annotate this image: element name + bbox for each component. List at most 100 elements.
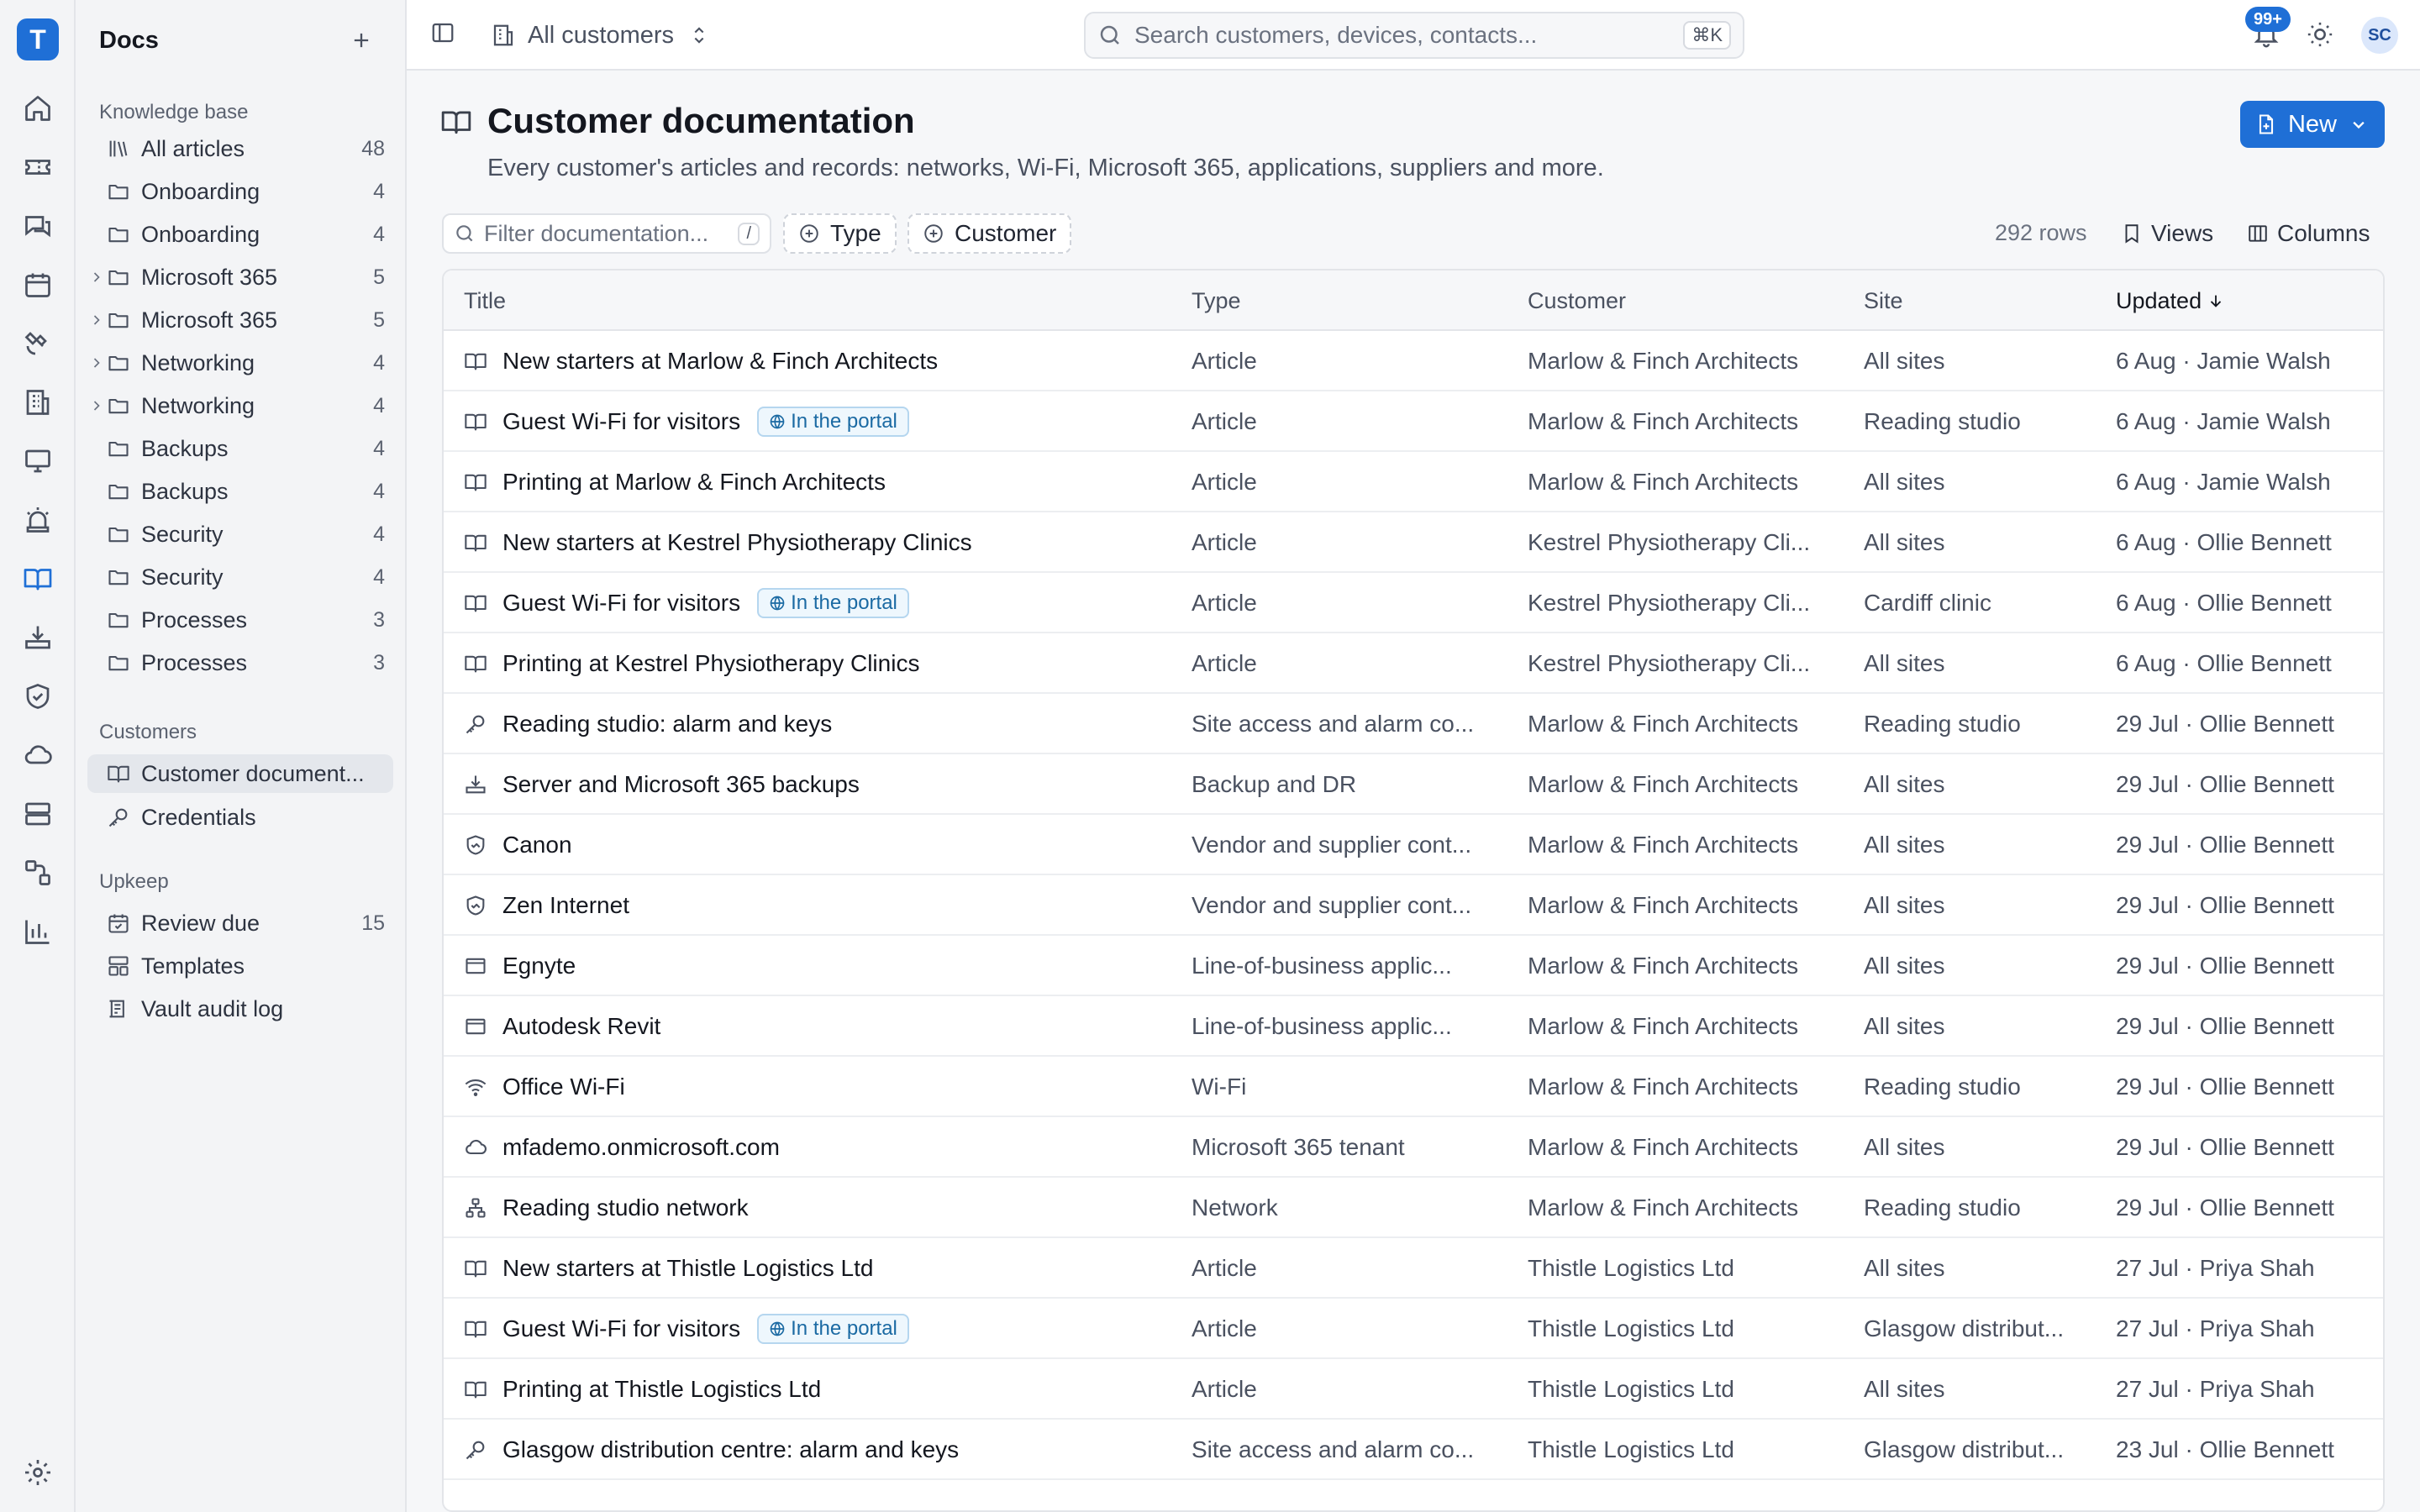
chevron-right-icon[interactable] <box>87 269 106 286</box>
filter-documentation-input[interactable]: Filter documentation... / <box>442 213 771 254</box>
sidebar-item-onboarding[interactable]: Onboarding 4 <box>87 215 393 254</box>
cell-site: All sites <box>1864 469 1945 495</box>
column-header-updated[interactable]: Updated <box>2116 270 2225 331</box>
sidebar-item-all-articles[interactable]: All articles 48 <box>87 129 393 168</box>
chevron-right-icon[interactable] <box>87 354 106 371</box>
sidebar-item-processes[interactable]: Processes 3 <box>87 643 393 682</box>
sidebar-item-label: Review due <box>141 910 260 936</box>
app-logo[interactable]: T <box>17 18 59 60</box>
cell-title[interactable]: New starters at Thistle Logistics Ltd <box>464 1238 1203 1299</box>
building-icon[interactable] <box>18 383 57 422</box>
type-filter-chip[interactable]: Type <box>783 213 897 254</box>
row-title-text: Office Wi-Fi <box>502 1074 625 1100</box>
cell-title[interactable]: Egnyte <box>464 936 1203 996</box>
alert-siren-icon[interactable] <box>18 501 57 539</box>
sidebar-item-onboarding[interactable]: Onboarding 4 <box>87 172 393 211</box>
views-button[interactable]: Views <box>2121 217 2213 250</box>
table-row[interactable]: Reading studio: alarm and keys Site acces… <box>444 694 2383 754</box>
section-label-customers: Customers <box>99 721 197 743</box>
sidebar-item-credentials[interactable]: Credentials <box>87 798 393 837</box>
table-row[interactable]: Printing at Kestrel Physiotherapy Clinic… <box>444 633 2383 694</box>
cell-title[interactable]: Reading studio network <box>464 1178 1203 1238</box>
table-row[interactable]: Printing at Marlow & Finch Architects Art… <box>444 452 2383 512</box>
new-button[interactable]: New <box>2240 101 2385 148</box>
cell-title[interactable]: mfademo.onmicrosoft.com <box>464 1117 1203 1178</box>
cell-title[interactable]: Printing at Marlow & Finch Architects <box>464 452 1203 512</box>
table-row[interactable]: Guest Wi-Fi for visitors In the portal Art… <box>444 391 2383 452</box>
sidebar-item-processes[interactable]: Processes 3 <box>87 601 393 639</box>
table-row[interactable]: Guest Wi-Fi for visitors In the portal Art… <box>444 1299 2383 1359</box>
sidebar-item-security[interactable]: Security 4 <box>87 558 393 596</box>
table-row[interactable]: Egnyte Line-of-business applic... Marlow &… <box>444 936 2383 996</box>
sidebar-item-templates[interactable]: Templates <box>87 947 393 985</box>
messages-icon[interactable] <box>18 207 57 245</box>
shield-check-icon[interactable] <box>18 677 57 716</box>
calendar-icon[interactable] <box>18 265 57 304</box>
global-search-input[interactable]: Search customers, devices, contacts... ⌘… <box>1084 12 1744 59</box>
table-row[interactable]: New starters at Marlow & Finch Architect… <box>444 331 2383 391</box>
customer-filter-chip[interactable]: Customer <box>908 213 1072 254</box>
sidebar-item-customer-document[interactable]: Customer document... <box>87 754 393 793</box>
sidebar-item-security[interactable]: Security 4 <box>87 515 393 554</box>
cell-title[interactable]: New starters at Kestrel Physiotherapy Cl… <box>464 512 1203 573</box>
cell-title[interactable]: Reading studio: alarm and keys <box>464 694 1203 754</box>
satellite-icon[interactable] <box>18 324 57 363</box>
cell-title[interactable]: Server and Microsoft 365 backups <box>464 754 1203 815</box>
home-icon[interactable] <box>18 89 57 128</box>
cell-title[interactable]: Canon <box>464 815 1203 875</box>
cell-title[interactable]: Autodesk Revit <box>464 996 1203 1057</box>
table-row[interactable]: New starters at Thistle Logistics Ltd Art… <box>444 1238 2383 1299</box>
table-row[interactable]: Office Wi-Fi Wi-Fi Marlow & Finch Architec… <box>444 1057 2383 1117</box>
table-row[interactable]: Reading studio network Network Marlow & Fi… <box>444 1178 2383 1238</box>
sidebar-item-backups[interactable]: Backups 4 <box>87 472 393 511</box>
cell-title[interactable]: Guest Wi-Fi for visitors In the portal <box>464 1299 1203 1359</box>
column-header-title[interactable]: Title <box>464 270 506 331</box>
workflow-icon[interactable] <box>18 853 57 892</box>
column-header-site[interactable]: Site <box>1864 270 1903 331</box>
add-plus-icon[interactable] <box>346 25 376 55</box>
cell-title[interactable]: Printing at Thistle Logistics Ltd <box>464 1359 1203 1420</box>
cell-title[interactable]: Guest Wi-Fi for visitors In the portal <box>464 573 1203 633</box>
table-row[interactable]: Server and Microsoft 365 backups Backup a… <box>444 754 2383 815</box>
column-header-type[interactable]: Type <box>1192 270 1241 331</box>
sidebar-item-networking[interactable]: Networking 4 <box>87 344 393 382</box>
theme-sun-icon[interactable] <box>2306 20 2336 50</box>
table-row[interactable]: Autodesk Revit Line-of-business applic...… <box>444 996 2383 1057</box>
customer-scope-selector[interactable]: All customers <box>491 17 711 54</box>
settings-gear-icon[interactable] <box>18 1453 57 1492</box>
cell-updated: 29 Jul · Ollie Bennett <box>2116 892 2334 918</box>
chevron-right-icon[interactable] <box>87 312 106 328</box>
ticket-icon[interactable] <box>18 148 57 186</box>
table-row[interactable]: Printing at Thistle Logistics Ltd Article… <box>444 1359 2383 1420</box>
cell-title[interactable]: Printing at Kestrel Physiotherapy Clinic… <box>464 633 1203 694</box>
chevron-right-icon[interactable] <box>87 397 106 414</box>
download-tray-icon[interactable] <box>18 618 57 657</box>
sidebar-item-backups[interactable]: Backups 4 <box>87 429 393 468</box>
reports-chart-icon[interactable] <box>18 912 57 951</box>
sidebar-item-vault-audit-log[interactable]: Vault audit log <box>87 990 393 1028</box>
table-row[interactable]: mfademo.onmicrosoft.com Microsoft 365 ten… <box>444 1117 2383 1178</box>
table-row[interactable]: Canon Vendor and supplier cont... Marlow &… <box>444 815 2383 875</box>
table-row[interactable]: New starters at Kestrel Physiotherapy Cl… <box>444 512 2383 573</box>
table-row[interactable]: Glasgow distribution centre: alarm and k… <box>444 1420 2383 1480</box>
sidebar-item-review-due[interactable]: Review due 15 <box>87 904 393 942</box>
table-row[interactable]: Guest Wi-Fi for visitors In the portal Art… <box>444 573 2383 633</box>
cell-title[interactable]: New starters at Marlow & Finch Architect… <box>464 331 1203 391</box>
cell-title[interactable]: Office Wi-Fi <box>464 1057 1203 1117</box>
sidebar-item-microsoft-365[interactable]: Microsoft 365 5 <box>87 258 393 297</box>
cell-title[interactable]: Zen Internet <box>464 875 1203 936</box>
cell-title[interactable]: Guest Wi-Fi for visitors In the portal <box>464 391 1203 452</box>
server-icon[interactable] <box>18 795 57 833</box>
cell-title[interactable]: Glasgow distribution centre: alarm and k… <box>464 1420 1203 1480</box>
user-avatar[interactable]: SC <box>2361 17 2398 54</box>
cloud-icon[interactable] <box>18 736 57 774</box>
sidebar-toggle-icon[interactable] <box>430 20 460 50</box>
monitor-icon[interactable] <box>18 442 57 480</box>
sidebar-item-microsoft-365[interactable]: Microsoft 365 5 <box>87 301 393 339</box>
sidebar-item-networking[interactable]: Networking 4 <box>87 386 393 425</box>
column-header-customer[interactable]: Customer <box>1528 270 1626 331</box>
columns-icon <box>2247 223 2277 244</box>
columns-button[interactable]: Columns <box>2247 217 2370 250</box>
table-row[interactable]: Zen Internet Vendor and supplier cont... M… <box>444 875 2383 936</box>
book-icon[interactable] <box>18 559 57 598</box>
